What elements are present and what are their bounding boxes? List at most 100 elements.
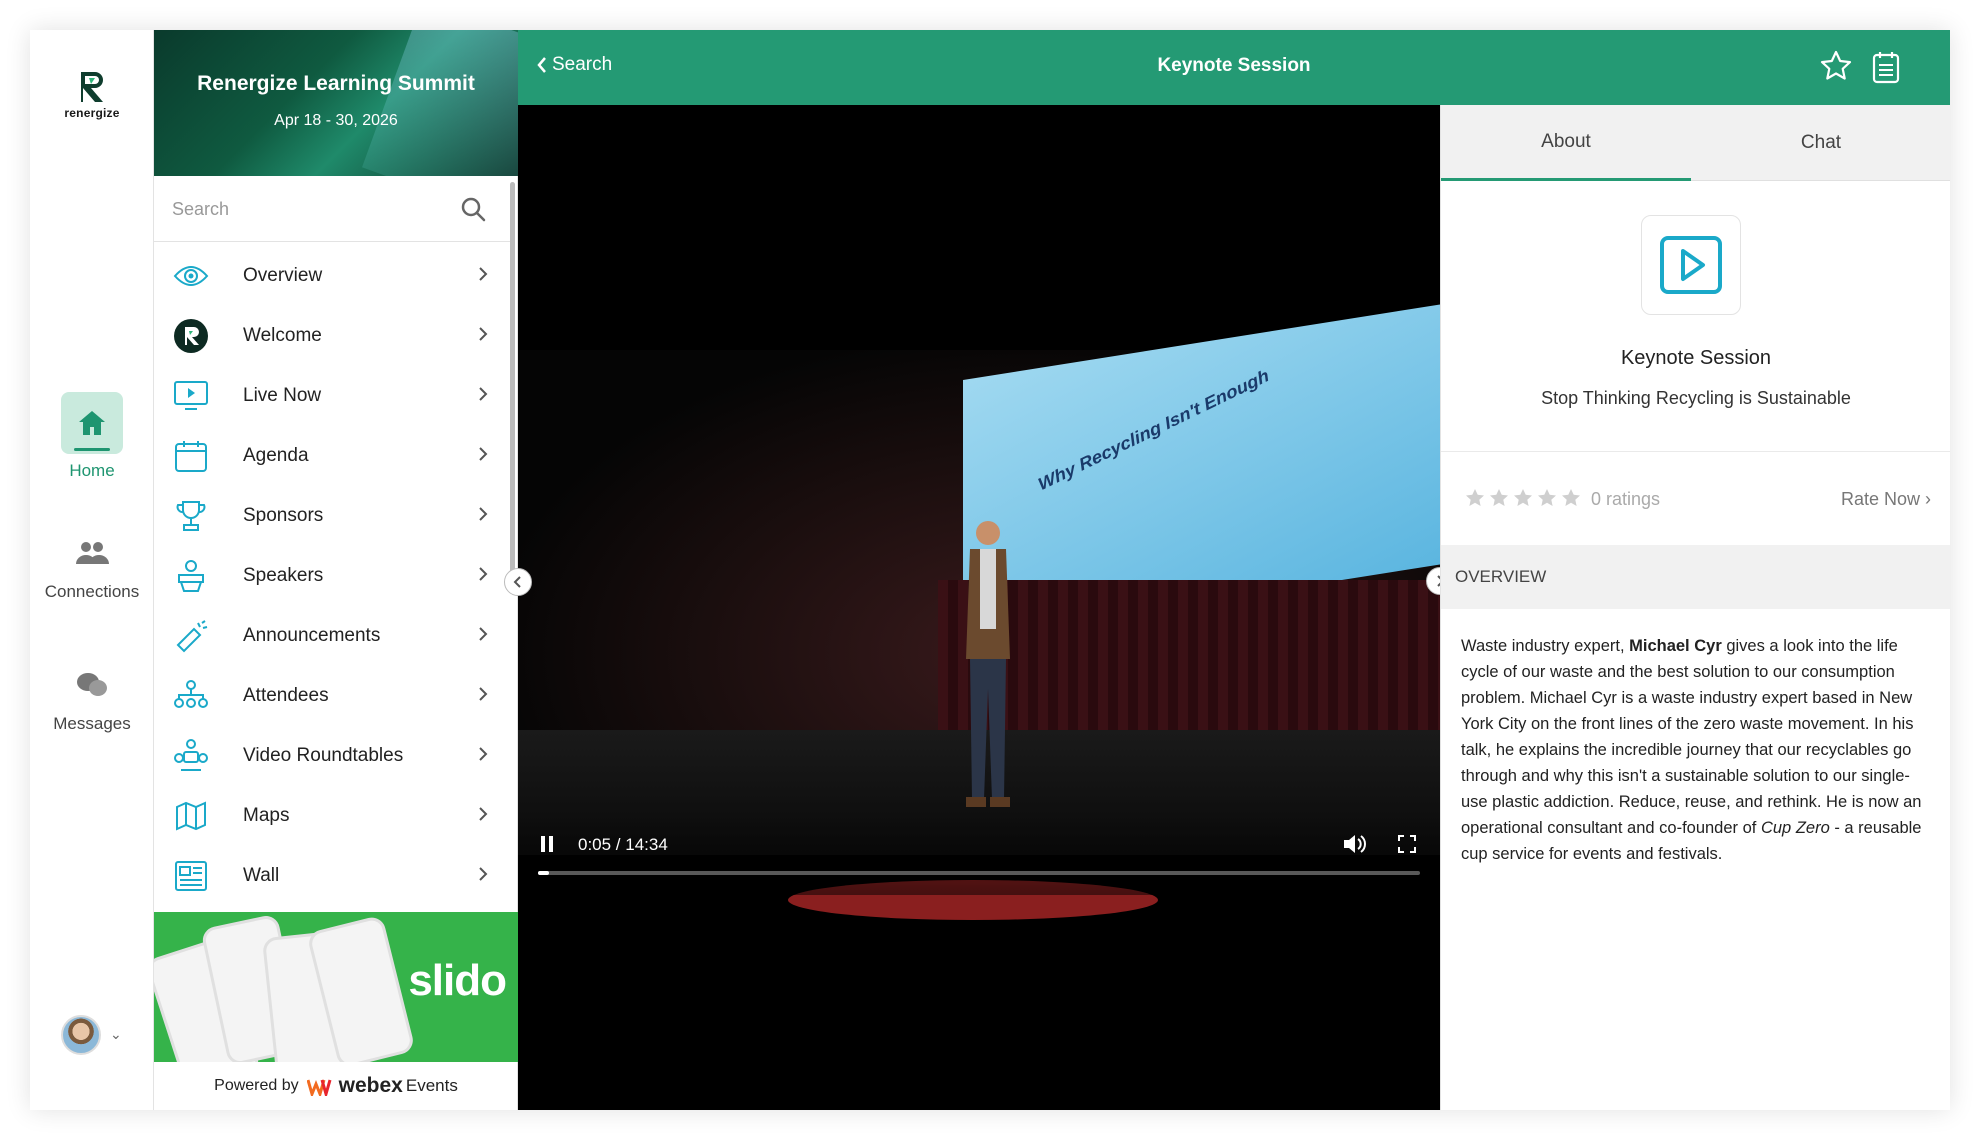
agenda-calendar-icon[interactable]: [1872, 50, 1900, 89]
nav-menu: Overview Welcome Live Now Agenda Sponsor: [154, 246, 510, 906]
search-input[interactable]: [172, 194, 452, 224]
event-dates: Apr 18 - 30, 2026: [274, 112, 398, 129]
sponsor-banner[interactable]: slido: [154, 912, 518, 1062]
menu-item-label: Maps: [243, 805, 290, 826]
speaker-figure: [966, 521, 1010, 807]
menu-item-welcome[interactable]: Welcome: [154, 306, 510, 366]
description-text: Waste industry expert,: [1461, 637, 1630, 655]
nav-scrollbar[interactable]: [510, 182, 515, 586]
tab-about[interactable]: About: [1441, 105, 1691, 181]
rating-row: 0 ratings Rate Now ›: [1441, 451, 1950, 545]
rate-now-label: Rate Now: [1840, 489, 1920, 509]
menu-item-sponsors[interactable]: Sponsors: [154, 486, 510, 546]
megaphone-icon: [172, 617, 210, 655]
back-label: Search: [552, 54, 613, 75]
menu-item-video-roundtables[interactable]: Video Roundtables: [154, 726, 510, 786]
rail-item-label: Connections: [44, 582, 140, 601]
chevron-left-icon: [513, 576, 521, 588]
menu-item-label: Video Roundtables: [243, 745, 404, 766]
event-nav: Renergize Learning Summit Apr 18 - 30, 2…: [154, 30, 518, 1110]
roundtable-icon: [172, 737, 210, 775]
menu-item-attendees[interactable]: Attendees: [154, 666, 510, 726]
rail-item-label: Messages: [53, 714, 131, 733]
renergize-logo-icon: [172, 317, 210, 355]
search-icon[interactable]: [460, 196, 486, 227]
rail-item-home[interactable]: Home: [30, 392, 154, 481]
people-icon: [61, 530, 123, 576]
menu-item-label: Announcements: [243, 625, 381, 646]
menu-item-overview[interactable]: Overview: [154, 246, 510, 306]
chat-bubbles-icon: [61, 662, 123, 708]
left-rail: renergize Home Connections Messages ⌄: [30, 30, 154, 1110]
menu-item-announcements[interactable]: Announcements: [154, 606, 510, 666]
menu-item-label: Agenda: [243, 445, 309, 466]
renergize-logo-icon: [81, 72, 103, 102]
slido-logo: slido: [408, 956, 507, 1005]
webex-logo-icon: [306, 1079, 332, 1096]
pause-icon[interactable]: [540, 835, 554, 858]
speaker-podium-icon: [172, 557, 210, 595]
powered-brand: webex: [338, 1074, 403, 1097]
star-icon[interactable]: [1513, 488, 1533, 508]
star-icon[interactable]: [1537, 488, 1557, 508]
top-bar: Search Keynote Session: [518, 30, 1950, 105]
powered-prefix: Powered by: [214, 1077, 299, 1094]
video-time: 0:05 / 14:34: [578, 835, 668, 854]
search-bar: [154, 176, 510, 242]
chevron-right-icon: [478, 806, 488, 827]
calendar-icon: [172, 437, 210, 475]
panel-tabs: About Chat: [1441, 105, 1950, 181]
session-title: Keynote Session: [1620, 347, 1772, 369]
rail-item-messages[interactable]: Messages: [30, 662, 154, 734]
menu-item-label: Wall: [243, 865, 280, 886]
tab-chat[interactable]: Chat: [1691, 105, 1950, 181]
menu-item-live-now[interactable]: Live Now: [154, 366, 510, 426]
tab-label: Chat: [1800, 132, 1842, 153]
star-icon[interactable]: [1561, 488, 1581, 508]
overview-heading: OVERVIEW: [1441, 545, 1950, 609]
menu-item-label: Attendees: [243, 685, 329, 706]
video-play-icon: [1660, 236, 1722, 294]
trophy-icon: [172, 497, 210, 535]
network-people-icon: [172, 677, 210, 715]
chevron-right-icon: [478, 866, 488, 887]
ratings-count: 0 ratings: [1591, 489, 1661, 509]
menu-item-agenda[interactable]: Agenda: [154, 426, 510, 486]
back-button[interactable]: Search: [536, 54, 612, 76]
menu-item-wall[interactable]: Wall: [154, 846, 510, 906]
menu-item-speakers[interactable]: Speakers: [154, 546, 510, 606]
video-progress-bar[interactable]: [538, 871, 1420, 875]
fullscreen-icon[interactable]: [1398, 835, 1416, 858]
chevron-right-icon: [478, 326, 488, 347]
rate-now-link[interactable]: Rate Now ›: [1841, 489, 1931, 510]
chevron-right-icon: ›: [1925, 489, 1931, 509]
chevron-right-icon: [478, 506, 488, 527]
session-panel: About Chat Keynote Session Stop Thinking…: [1440, 105, 1950, 1110]
video-controls: 0:05 / 14:34: [518, 815, 1440, 895]
menu-item-maps[interactable]: Maps: [154, 786, 510, 846]
menu-item-label: Overview: [243, 265, 323, 286]
star-icon[interactable]: [1465, 488, 1485, 508]
description-text: gives a look into the life cycle of our …: [1461, 637, 1922, 837]
chevron-right-icon: [478, 446, 488, 467]
video-player[interactable]: Why Recycling Isn't Enough 0:05 / 14:34: [518, 105, 1440, 1110]
collapse-nav-button[interactable]: [504, 568, 532, 596]
company-name: Cup Zero: [1760, 819, 1830, 837]
rail-item-connections[interactable]: Connections: [30, 530, 154, 602]
rail-item-label: Home: [69, 461, 115, 480]
chevron-down-icon[interactable]: ⌄: [110, 1026, 122, 1043]
star-icon[interactable]: [1820, 50, 1852, 87]
brand-logo[interactable]: renergize: [50, 70, 134, 120]
home-icon: [61, 392, 123, 454]
user-avatar[interactable]: [61, 1015, 101, 1055]
speaker-name: Michael Cyr: [1629, 637, 1722, 655]
session-description: Waste industry expert, Michael Cyr gives…: [1461, 633, 1931, 867]
rating-stars[interactable]: [1465, 488, 1581, 508]
volume-icon[interactable]: [1342, 833, 1366, 860]
menu-item-label: Live Now: [243, 385, 322, 406]
chevron-right-icon: [478, 626, 488, 647]
event-title: Renergize Learning Summit: [197, 72, 475, 95]
active-indicator: [74, 448, 110, 451]
monitor-play-icon: [172, 377, 210, 415]
star-icon[interactable]: [1489, 488, 1509, 508]
